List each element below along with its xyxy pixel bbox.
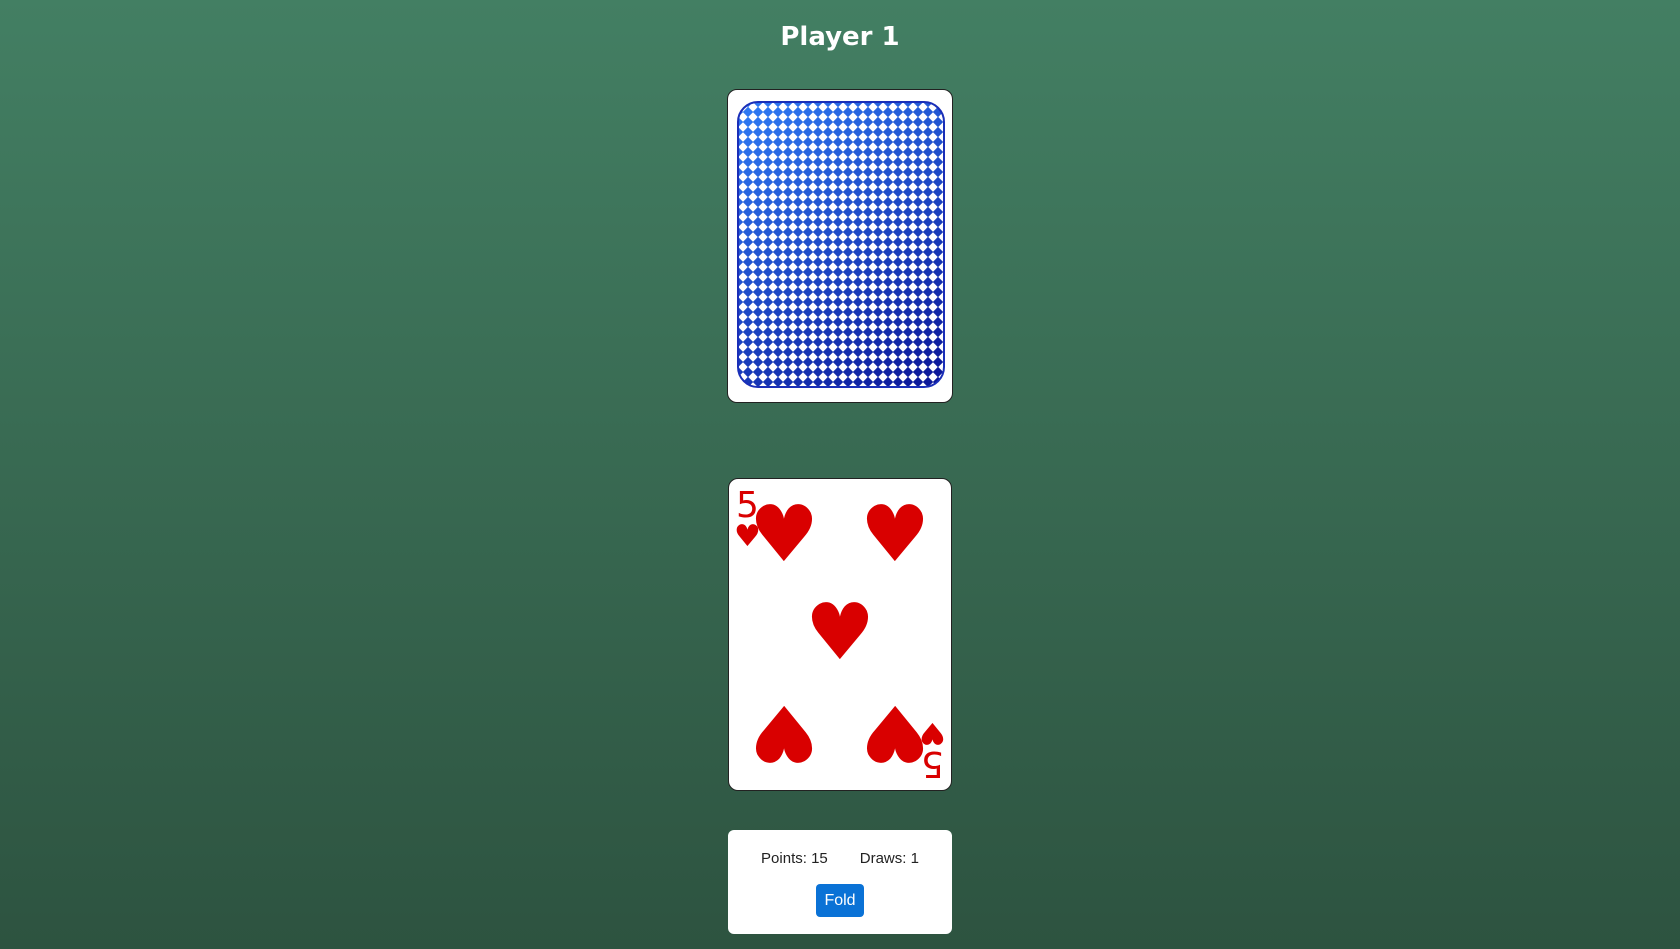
- heart-icon: ♥: [860, 490, 930, 580]
- status-panel: Points: 15 Draws: 1 Fold: [728, 830, 952, 934]
- heart-icon: ♥: [749, 687, 819, 777]
- heart-icon: ♥: [749, 490, 819, 580]
- draws-display: Draws: 1: [859, 850, 919, 867]
- stats-row: Points: 15 Draws: 1: [728, 849, 952, 869]
- fold-button[interactable]: Fold: [816, 884, 864, 917]
- player-title: Player 1: [780, 22, 900, 52]
- card-rank: 5: [921, 743, 944, 784]
- player-card-five-of-hearts[interactable]: 5 ♥ ♥ ♥ ♥ ♥ ♥ 5 ♥: [728, 478, 952, 791]
- heart-icon: ♥: [919, 715, 946, 750]
- deck-card-back[interactable]: [727, 89, 953, 403]
- heart-icon: ♥: [805, 588, 875, 678]
- card-corner-bottom-right: 5 ♥: [919, 715, 946, 784]
- card-back-pattern: [737, 101, 945, 388]
- points-display: Points: 15: [761, 850, 828, 867]
